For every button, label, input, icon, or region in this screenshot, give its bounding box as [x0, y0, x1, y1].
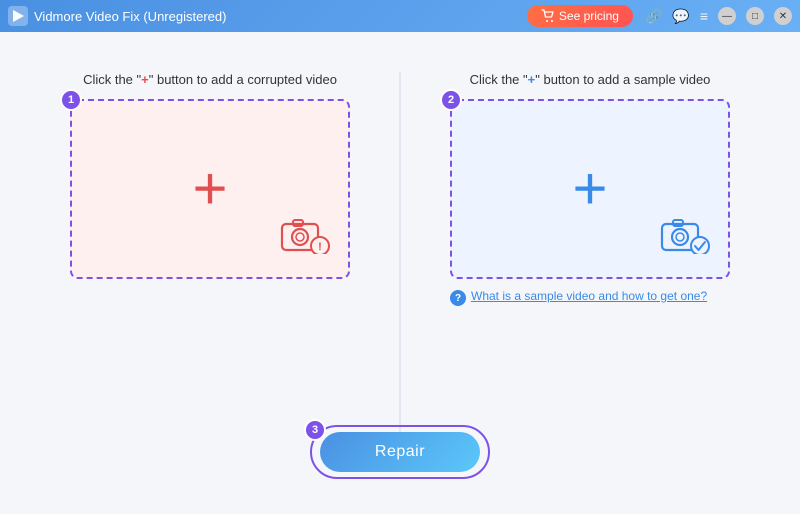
svg-text:!: !	[318, 241, 322, 253]
sample-instruction: Click the "+" button to add a sample vid…	[470, 72, 711, 87]
sample-camera-icon	[660, 216, 710, 259]
app-title: Vidmore Video Fix (Unregistered)	[34, 9, 527, 24]
maximize-button[interactable]: □	[746, 7, 764, 25]
step-1-badge: 1	[60, 89, 82, 111]
corrupted-instruction: Click the "+" button to add a corrupted …	[83, 72, 337, 87]
chat-icon[interactable]: 💬	[672, 8, 689, 25]
cart-icon	[541, 9, 555, 23]
link-icon[interactable]: 🔗	[645, 8, 662, 25]
title-bar-actions: 🔗 💬 ≡ — □ ✕	[645, 7, 792, 25]
repair-button-outer: 3 Repair	[310, 425, 490, 479]
sample-info-area: ? What is a sample video and how to get …	[450, 289, 730, 306]
see-pricing-button[interactable]: See pricing	[527, 5, 633, 27]
menu-icon[interactable]: ≡	[700, 8, 708, 24]
close-button[interactable]: ✕	[774, 7, 792, 25]
sample-upload-box[interactable]: 2 +	[450, 99, 730, 279]
divider-line	[400, 72, 401, 434]
title-bar: Vidmore Video Fix (Unregistered) See pri…	[0, 0, 800, 32]
corrupted-plus-text: +	[141, 72, 149, 87]
sample-plus-icon: +	[572, 159, 607, 219]
main-content: Click the "+" button to add a corrupted …	[0, 32, 800, 514]
corrupted-upload-box[interactable]: 1 + !	[70, 99, 350, 279]
corrupted-camera-icon: !	[280, 216, 330, 259]
repair-area: 3 Repair	[310, 425, 490, 479]
step-2-badge: 2	[440, 89, 462, 111]
step-3-badge: 3	[304, 419, 326, 441]
sample-plus-text: +	[528, 72, 536, 87]
sample-info-link[interactable]: What is a sample video and how to get on…	[471, 289, 707, 303]
info-icon: ?	[450, 290, 466, 306]
sample-panel: Click the "+" button to add a sample vid…	[420, 72, 760, 306]
corrupted-panel: Click the "+" button to add a corrupted …	[40, 72, 380, 279]
repair-button[interactable]: Repair	[320, 432, 480, 472]
vidmore-logo-icon	[8, 6, 28, 26]
minimize-button[interactable]: —	[718, 7, 736, 25]
corrupted-plus-icon: +	[192, 159, 227, 219]
